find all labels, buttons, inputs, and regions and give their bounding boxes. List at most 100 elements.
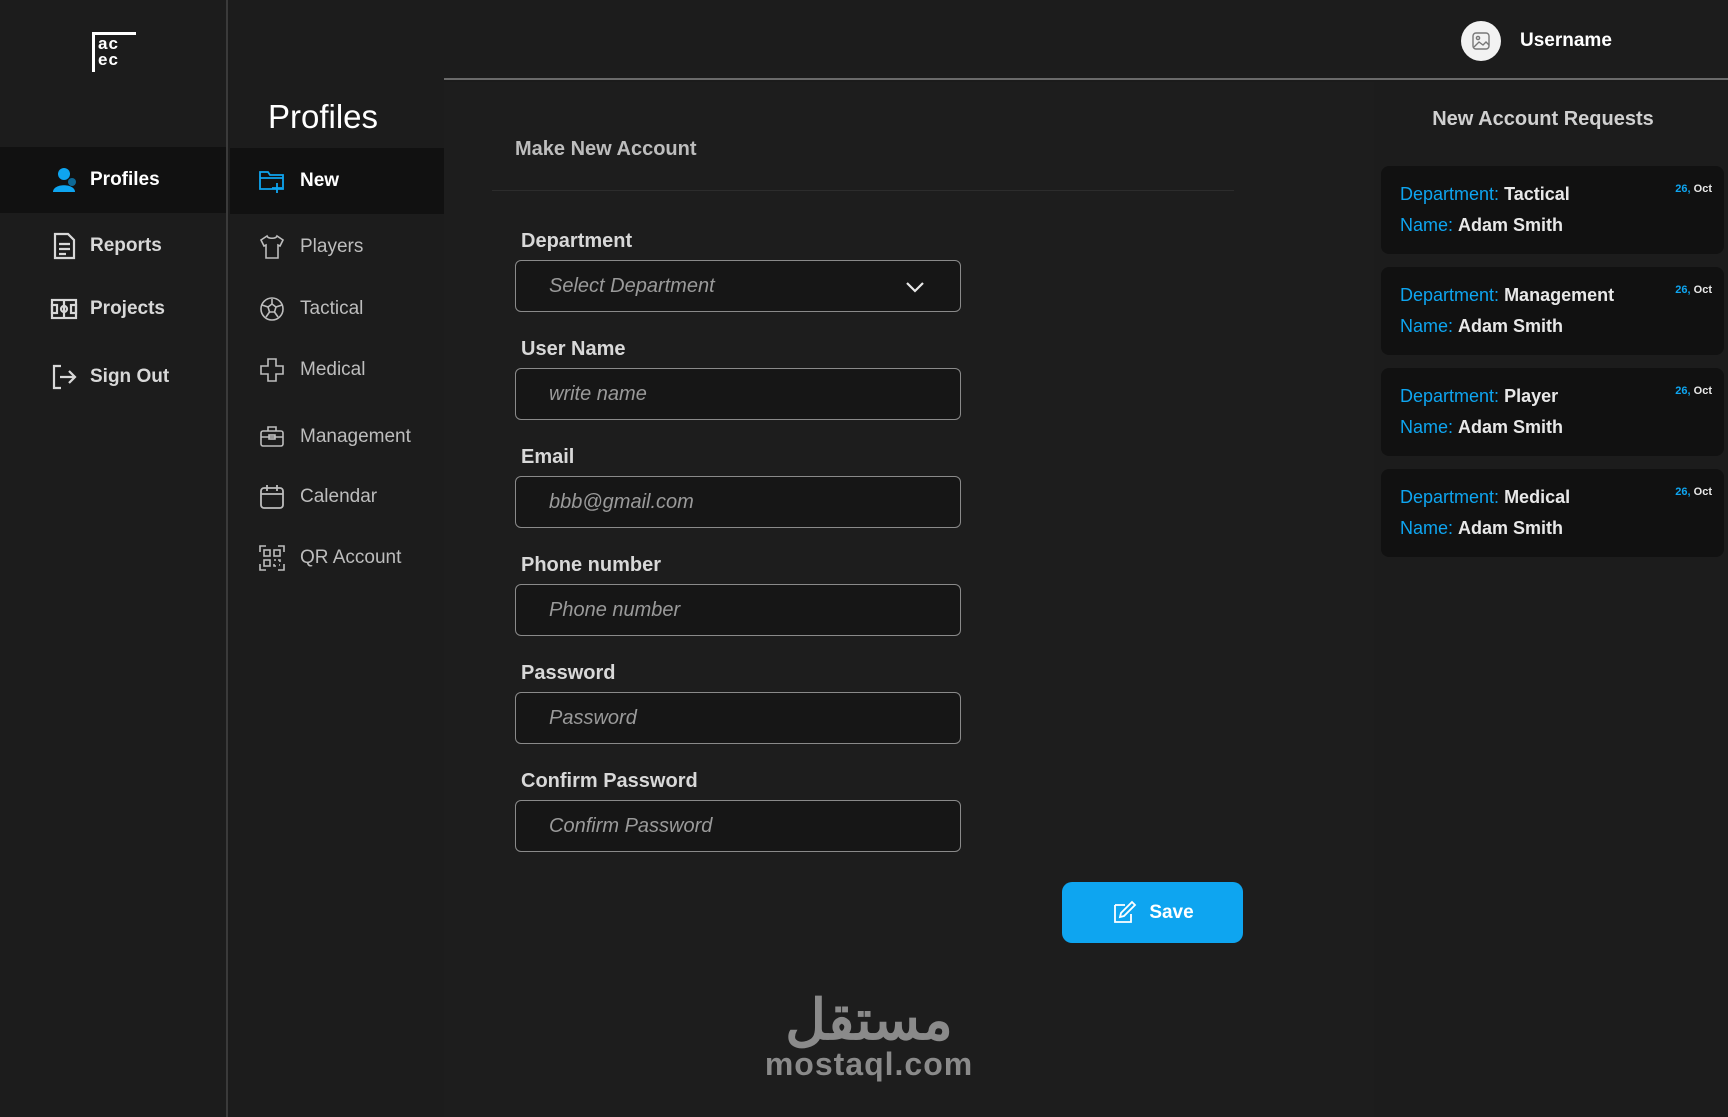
logo-line-2: ec [98,50,119,69]
calendar-icon [260,485,284,509]
phone-label: Phone number [521,554,662,576]
form-title: Make New Account [515,138,697,160]
app-logo[interactable]: ac ec [92,32,136,72]
top-bar: Username [230,0,1728,80]
name-value: Adam Smith [1458,215,1564,235]
request-name: Name: Adam Smith [1400,518,1563,539]
department-prefix: Department: [1400,487,1500,507]
date-day: 26, [1675,385,1691,397]
submenu-item-label: New [300,170,340,191]
request-name: Name: Adam Smith [1400,417,1563,438]
submenu-item-label: Medical [300,359,366,380]
date-day: 26, [1675,183,1691,195]
name-prefix: Name: [1400,215,1454,235]
save-button[interactable]: Save [1062,882,1243,943]
request-card[interactable]: Department: Tactical Name: Adam Smith 26… [1381,166,1724,254]
request-department: Department: Player [1400,386,1558,407]
department-prefix: Department: [1400,184,1500,204]
medical-cross-icon [260,358,284,382]
sidebar-item-profiles[interactable]: Profiles [0,147,226,213]
shirt-icon [259,234,285,259]
name-value: Adam Smith [1458,417,1564,437]
form-divider [492,190,1234,191]
confirm-password-field-box [515,800,961,852]
department-select[interactable]: Select Department [515,260,961,312]
request-name: Name: Adam Smith [1400,316,1563,337]
new-account-form: Make New Account Department Select Depar… [444,82,1374,1117]
username-field-box [515,368,961,420]
sidebar-item-label: Projects [90,298,165,319]
sidebar: ac ec Profiles Reports Projects Sign Out [0,0,228,1117]
submenu-item-tactical[interactable]: Tactical [230,276,444,342]
requests-title: New Account Requests [1432,108,1654,130]
request-date: 26, Oct [1675,183,1712,195]
avatar[interactable] [1461,21,1501,61]
request-date: 26, Oct [1675,486,1712,498]
email-field[interactable] [549,490,929,514]
name-value: Adam Smith [1458,316,1564,336]
department-label: Department [521,230,633,252]
sidebar-item-label: Reports [90,235,162,256]
date-month: Oct [1693,183,1712,195]
request-department: Department: Tactical [1400,184,1570,205]
sign-out-icon [52,364,77,390]
department-value: Tactical [1504,184,1570,204]
submenu-item-management[interactable]: Management [230,404,444,470]
document-icon [53,232,76,260]
department-value: Medical [1504,487,1571,507]
submenu-item-label: Tactical [300,298,364,319]
ball-icon [260,297,284,321]
submenu-item-medical[interactable]: Medical [230,337,444,403]
request-card[interactable]: Department: Management Name: Adam Smith … [1381,267,1724,355]
image-icon [1472,32,1490,50]
edit-icon [1114,900,1137,923]
watermark: مستقل mostaql.com [759,992,979,1082]
password-label: Password [521,662,616,684]
username[interactable]: Username [1520,30,1612,52]
username-field[interactable] [549,382,929,406]
submenu-item-label: QR Account [300,547,402,568]
phone-field[interactable] [549,598,929,622]
sidebar-item-sign-out[interactable]: Sign Out [0,344,226,410]
submenu-item-label: Players [300,236,364,257]
submenu-item-qr-account[interactable]: QR Account [230,525,444,591]
chevron-down-icon [906,282,924,293]
confirm-password-label: Confirm Password [521,770,698,792]
department-prefix: Department: [1400,285,1500,305]
request-name: Name: Adam Smith [1400,215,1563,236]
date-day: 26, [1675,284,1691,296]
submenu-title: Profiles [268,98,379,135]
username-label: User Name [521,338,626,360]
submenu-item-players[interactable]: Players [230,214,444,280]
date-day: 26, [1675,486,1691,498]
field-icon [50,298,78,320]
request-date: 26, Oct [1675,385,1712,397]
department-value: Player [1504,386,1559,406]
submenu-item-label: Calendar [300,486,378,507]
folder-plus-icon [259,171,284,193]
request-card[interactable]: Department: Player Name: Adam Smith 26, … [1381,368,1724,456]
request-card[interactable]: Department: Medical Name: Adam Smith 26,… [1381,469,1724,557]
confirm-password-field[interactable] [549,814,929,838]
account-requests-panel: New Account Requests Department: Tactica… [1374,82,1728,1117]
profiles-submenu: Profiles New Players Tactical Medical Ma… [230,80,444,1117]
sidebar-item-label: Sign Out [90,366,170,387]
request-date: 26, Oct [1675,284,1712,296]
password-field[interactable] [549,706,929,730]
request-department: Department: Medical [1400,487,1570,508]
save-button-label: Save [1149,901,1194,923]
phone-field-box [515,584,961,636]
submenu-item-calendar[interactable]: Calendar [230,464,444,530]
department-prefix: Department: [1400,386,1500,406]
request-department: Department: Management [1400,285,1614,306]
watermark-latin: mostaql.com [764,1046,974,1082]
date-month: Oct [1693,486,1712,498]
submenu-item-new[interactable]: New [230,148,444,214]
department-value: Management [1504,285,1615,305]
briefcase-icon [260,426,284,447]
name-prefix: Name: [1400,316,1454,336]
sidebar-item-reports[interactable]: Reports [0,213,226,279]
name-prefix: Name: [1400,417,1454,437]
name-prefix: Name: [1400,518,1454,538]
sidebar-item-projects[interactable]: Projects [0,276,226,342]
